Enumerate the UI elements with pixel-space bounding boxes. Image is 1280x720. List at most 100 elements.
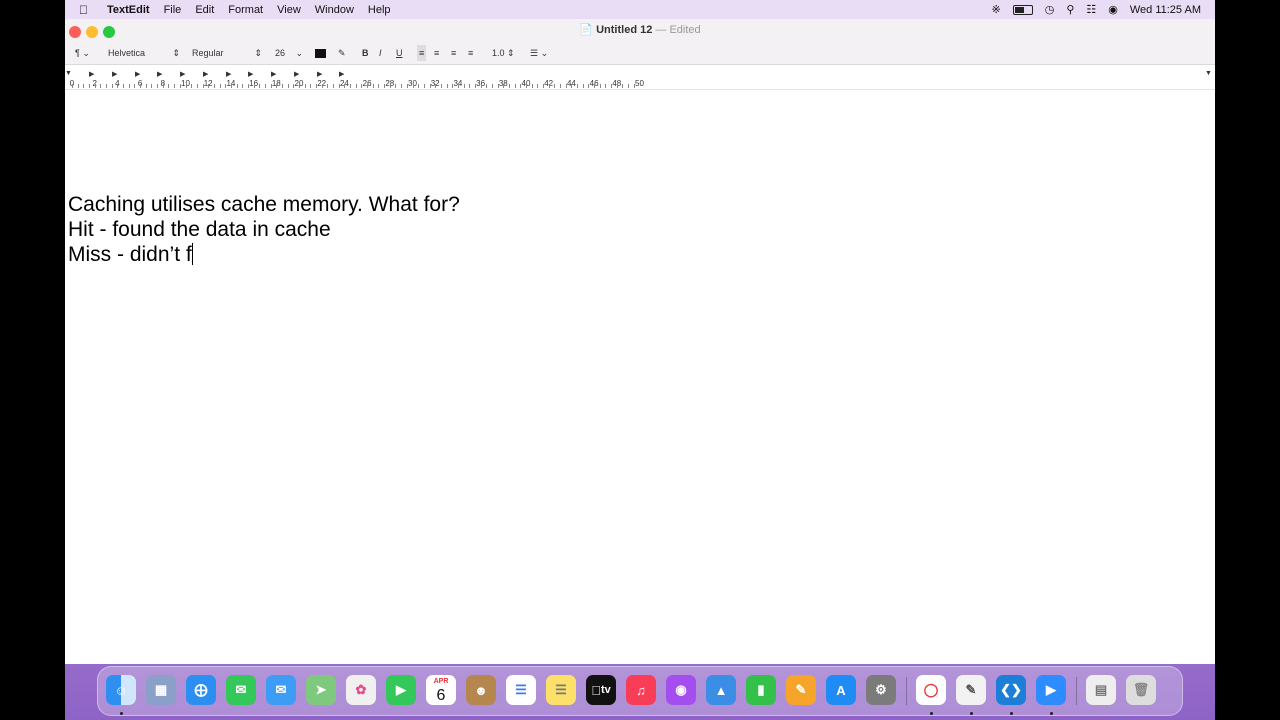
title-separator: — [655, 24, 667, 36]
menu-window[interactable]: Window [315, 4, 354, 16]
apple-menu-icon[interactable]:  [79, 3, 99, 17]
photos-icon[interactable]: ✿ [346, 675, 376, 705]
font-style-select[interactable]: Regular ⇕ [192, 45, 262, 61]
ruler-tick [594, 84, 596, 88]
vscode-icon[interactable]: ❮❯ [996, 675, 1026, 705]
tab-stop-icon[interactable]: ▶ [203, 70, 208, 78]
pages-icon[interactable]: ✎ [786, 675, 816, 705]
menu-format[interactable]: Format [228, 4, 263, 16]
menu-edit[interactable]: Edit [195, 4, 214, 16]
ruler-tick [474, 84, 476, 88]
tab-stop-icon[interactable]: ▶ [135, 70, 140, 78]
app-store-icon[interactable]: A [826, 675, 856, 705]
zoom-icon[interactable]: ▶ [1036, 675, 1066, 705]
ruler-tick [412, 84, 414, 88]
ruler-tick [440, 84, 442, 88]
calendar-icon[interactable]: APR 6 [426, 675, 456, 705]
ruler-tick [281, 84, 283, 88]
notes-icon[interactable]: ☰ [546, 675, 576, 705]
font-family-select[interactable]: Helvetica ⇕ [108, 45, 180, 61]
format-toolbar: ¶ ⌄ Helvetica ⇕ Regular ⇕ 26 ⌄ ✎ B I U ≡ ≡ … [65, 45, 1215, 61]
mail-icon[interactable]: ✉ [266, 675, 296, 705]
music-icon[interactable]: ♫ [626, 675, 656, 705]
highlight-color-icon[interactable]: ✎ [338, 45, 346, 61]
align-left-icon[interactable]: ≡ [417, 45, 427, 61]
justify-icon[interactable]: ≡ [468, 45, 473, 61]
battery-icon[interactable] [1012, 4, 1033, 15]
messages-icon[interactable]: ✉ [226, 675, 256, 705]
bluetooth-icon[interactable]: ※ [991, 3, 1000, 16]
documents-icon[interactable]: ▤ [1086, 675, 1116, 705]
menu-view[interactable]: View [277, 4, 301, 16]
wifi-icon[interactable]: ◷ [1045, 3, 1055, 16]
ruler-tick [599, 84, 601, 88]
tab-stop-icon[interactable]: ▶ [226, 70, 231, 78]
spotlight-icon[interactable]: ⚲ [1066, 3, 1074, 16]
maps-icon[interactable]: ➤ [306, 675, 336, 705]
facetime-icon[interactable]: ▶ [386, 675, 416, 705]
running-indicator [970, 712, 973, 715]
text-line: Caching utilises cache memory. What for? [68, 193, 460, 216]
tab-stop-icon[interactable]: ▶ [89, 70, 94, 78]
ruler-tick [321, 84, 323, 88]
ruler-tick [202, 84, 204, 88]
line-spacing-select[interactable]: 1.0 ⇕ [492, 45, 515, 61]
siri-icon[interactable]: ◉ [1108, 3, 1118, 16]
window-title: 📄 Untitled 12 — Edited [65, 23, 1215, 36]
paragraph-styles-button[interactable]: ¶ ⌄ [75, 45, 90, 61]
chrome-icon[interactable]: ◯ [916, 675, 946, 705]
ruler-tick [247, 84, 249, 88]
menu-help[interactable]: Help [368, 4, 391, 16]
system-preferences-icon[interactable]: ⚙ [866, 675, 896, 705]
ruler-tick [168, 84, 170, 88]
keynote-icon[interactable]: ▲ [706, 675, 736, 705]
tab-stop-icon[interactable]: ▶ [317, 70, 322, 78]
numbers-icon[interactable]: ▮ [746, 675, 776, 705]
reminders-icon[interactable]: ☰ [506, 675, 536, 705]
tab-stop-icon[interactable]: ▶ [294, 70, 299, 78]
tab-stop-icon[interactable]: ▶ [271, 70, 276, 78]
tab-stop-icon[interactable]: ▼ [65, 70, 72, 77]
launchpad-icon[interactable]: ▦ [146, 675, 176, 705]
align-center-icon[interactable]: ≡ [434, 45, 439, 61]
ruler-tick [543, 84, 545, 88]
tab-stop-icon[interactable]: ▶ [339, 70, 344, 78]
ruler-tick [111, 84, 113, 88]
italic-button[interactable]: I [379, 45, 382, 61]
document-body[interactable]: Caching utilises cache memory. What for?… [68, 192, 460, 267]
font-size-field[interactable]: 26 ⌄ [275, 45, 303, 61]
bold-button[interactable]: B [362, 45, 369, 61]
ruler-tick [355, 84, 357, 88]
app-menu[interactable]: TextEdit [107, 4, 150, 16]
ruler-tick [100, 84, 102, 88]
ruler-tick [327, 84, 329, 88]
ruler-tick [605, 84, 607, 88]
safari-icon[interactable]: ⨁ [186, 675, 216, 705]
podcasts-icon[interactable]: ◉ [666, 675, 696, 705]
ruler[interactable]: ▼ ▶ ▶ ▶ ▶ ▶ ▶ ▶ ▶ ▶ ▶ ▶ ▶ ▼ 024681012141… [65, 66, 1215, 90]
ruler-tick [526, 84, 527, 88]
align-right-icon[interactable]: ≡ [451, 45, 456, 61]
right-margin-icon[interactable]: ▼ [1205, 70, 1212, 77]
list-bullets-icon[interactable]: ☰ ⌄ [530, 45, 548, 61]
ruler-tick [367, 84, 369, 88]
textedit-icon[interactable]: ✎ [956, 675, 986, 705]
control-center-icon[interactable]: ☷ [1086, 3, 1096, 16]
ruler-tick [117, 84, 119, 88]
underline-button[interactable]: U [396, 45, 403, 61]
trash-icon[interactable]: 🗑 [1126, 675, 1156, 705]
ruler-tick [213, 84, 215, 88]
ruler-tick [89, 84, 91, 88]
clock[interactable]: Wed 11:25 AM [1130, 4, 1201, 16]
apple-tv-icon[interactable]: tv [586, 675, 616, 705]
contacts-icon[interactable]: ☻ [466, 675, 496, 705]
tab-stop-icon[interactable]: ▶ [248, 70, 253, 78]
tab-stop-icon[interactable]: ▶ [112, 70, 117, 78]
tab-stop-icon[interactable]: ▶ [180, 70, 185, 78]
text-color-well[interactable] [315, 49, 326, 58]
tab-stop-icon[interactable]: ▶ [157, 70, 162, 78]
menu-file[interactable]: File [164, 4, 182, 16]
ruler-tick [508, 84, 510, 88]
finder-icon[interactable]: ☺ [106, 675, 136, 705]
ruler-tick [571, 84, 573, 88]
